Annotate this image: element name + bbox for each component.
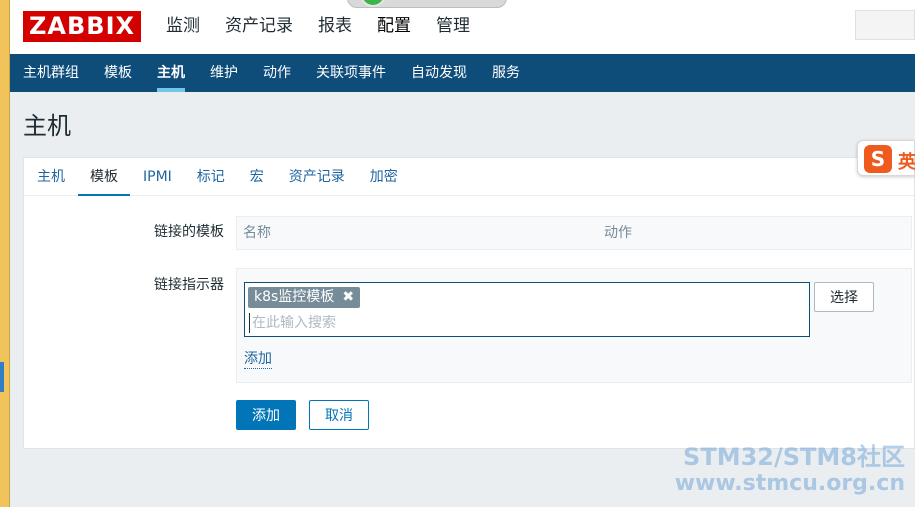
subnav-hosts[interactable]: 主机	[157, 54, 185, 92]
column-header-name: 名称	[243, 225, 271, 241]
subnav-discovery[interactable]: 自动发现	[411, 54, 467, 92]
subnav-maintenance[interactable]: 维护	[210, 54, 238, 92]
ime-toolbar[interactable]: S 英	[857, 140, 915, 176]
select-button[interactable]: 选择	[814, 282, 874, 312]
column-header-action: 动作	[604, 225, 632, 241]
main-nav-monitoring[interactable]: 监测	[166, 0, 200, 54]
tab-encryption[interactable]: 加密	[370, 158, 398, 195]
link-indicator-box: k8s监控模板 ✖ 选择 添加	[236, 268, 912, 383]
watermark: STM32/STM8社区 www.stmcu.org.cn	[675, 443, 905, 497]
watermark-line2: www.stmcu.org.cn	[674, 471, 905, 496]
cancel-button[interactable]: 取消	[309, 400, 369, 430]
tab-host[interactable]: 主机	[37, 158, 65, 195]
template-multiselect[interactable]: k8s监控模板 ✖	[244, 282, 810, 337]
subnav-actions[interactable]: 动作	[263, 54, 291, 92]
sogou-logo-icon: S	[864, 145, 892, 173]
tab-tags[interactable]: 标记	[197, 158, 225, 195]
subnav-templates[interactable]: 模板	[104, 54, 132, 92]
sub-nav: 主机群组 模板 主机 维护 动作 关联项事件 自动发现 服务	[10, 54, 915, 92]
top-header: ZABBIX 监测 资产记录 报表 配置 管理	[10, 0, 915, 54]
linked-templates-label: 链接的模板	[154, 224, 224, 240]
chip-label: k8s监控模板	[254, 289, 335, 305]
main-nav-reports[interactable]: 报表	[318, 0, 352, 54]
subnav-services[interactable]: 服务	[492, 54, 520, 92]
main-nav-configuration[interactable]: 配置	[377, 0, 411, 54]
header-search-box[interactable]	[855, 10, 915, 40]
form-tabs: 主机 模板 IPMI 标记 宏 资产记录 加密	[24, 158, 914, 196]
linked-templates-table: 名称 动作	[236, 216, 912, 250]
floating-toggle-overlay[interactable]	[347, 0, 507, 8]
link-indicator-label: 链接指示器	[154, 277, 224, 293]
zabbix-logo[interactable]: ZABBIX	[23, 11, 141, 42]
remove-chip-icon[interactable]: ✖	[342, 287, 354, 308]
tab-templates[interactable]: 模板	[78, 158, 130, 196]
watermark-line1: STM32/STM8社区	[683, 443, 905, 471]
subnav-event-correlation[interactable]: 关联项事件	[316, 54, 386, 92]
left-window-edge	[0, 0, 10, 507]
tab-ipmi[interactable]: IPMI	[143, 158, 172, 195]
subnav-host-groups[interactable]: 主机群组	[23, 54, 79, 92]
template-search-input[interactable]	[249, 313, 804, 333]
main-nav-administration[interactable]: 管理	[436, 0, 470, 54]
green-dot-icon	[360, 0, 386, 7]
add-template-link[interactable]: 添加	[244, 351, 272, 369]
host-form-panel: 主机 模板 IPMI 标记 宏 资产记录 加密 链接的模板 名称 动作 链接指示…	[23, 157, 915, 449]
selected-template-chip: k8s监控模板 ✖	[248, 287, 361, 308]
main-nav-inventory[interactable]: 资产记录	[225, 0, 293, 54]
left-edge-marker	[0, 362, 4, 392]
add-button[interactable]: 添加	[236, 400, 296, 430]
tab-macros[interactable]: 宏	[250, 158, 264, 195]
page-title: 主机	[23, 112, 71, 140]
ime-language-indicator[interactable]: 英	[898, 148, 915, 174]
tab-inventory[interactable]: 资产记录	[289, 158, 345, 195]
main-nav: 监测 资产记录 报表 配置 管理	[166, 0, 495, 54]
